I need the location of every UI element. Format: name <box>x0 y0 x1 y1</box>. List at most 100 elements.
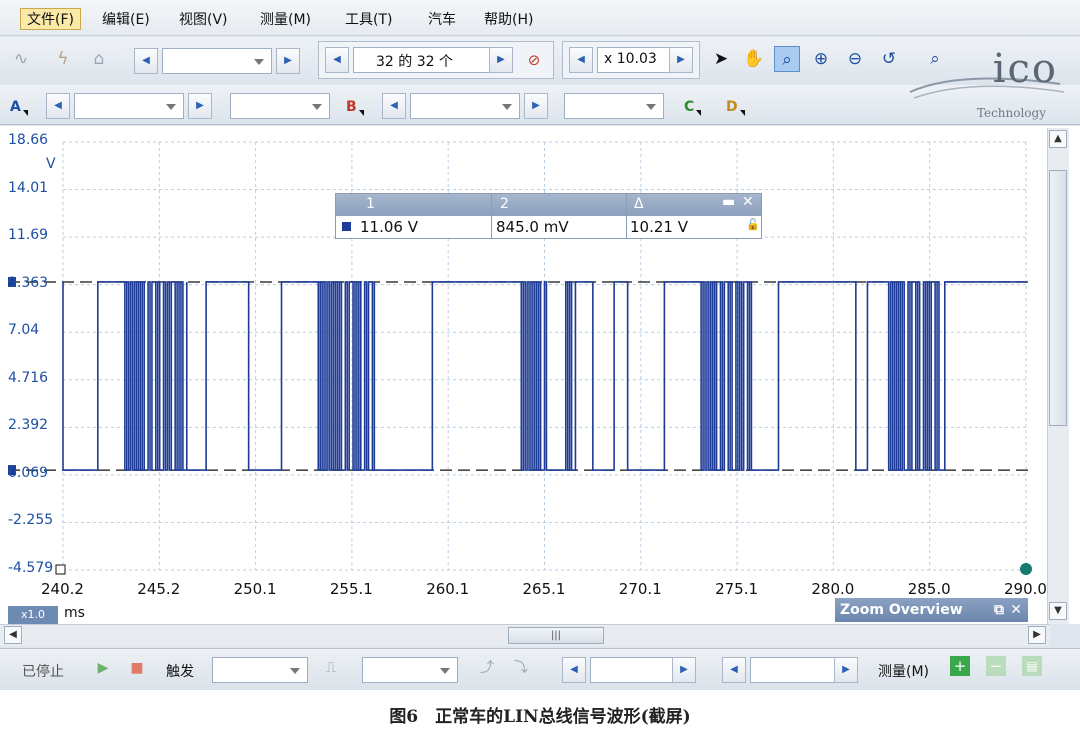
picoscope-window: 文件(F) 编辑(E) 视图(V) 测量(M) 工具(T) 汽车 帮助(H) ∿… <box>0 0 1080 690</box>
channel-a-coupling-select[interactable] <box>230 93 330 119</box>
channel-b-coupling-select[interactable] <box>564 93 664 119</box>
restore-icon[interactable]: ⧉ <box>994 598 1004 622</box>
channel-a-range-prev[interactable]: ◀ <box>46 93 70 119</box>
channel-c-button[interactable]: C <box>684 93 702 121</box>
prev-waveform-button[interactable]: ◀ <box>325 47 349 73</box>
x-tick-label: 265.1 <box>522 580 566 598</box>
waveform-icon[interactable]: ∿ <box>8 46 34 72</box>
axis-origin-marker <box>55 564 66 575</box>
trigger-mode-select[interactable] <box>212 657 308 683</box>
waveform-count: 32 的 32 个 <box>376 54 453 70</box>
close-icon[interactable]: ✕ <box>1010 598 1022 622</box>
channel-b-range-select[interactable] <box>410 93 520 119</box>
menu-file[interactable]: 文件(F) <box>20 8 81 30</box>
scroll-left-button[interactable]: ◀ <box>4 626 22 644</box>
remove-measurement-icon[interactable]: − <box>986 656 1006 676</box>
y-tick-label: 4.716 <box>8 369 49 386</box>
dropdown-triangle-icon <box>358 110 364 116</box>
channel-d-label: D <box>726 99 738 115</box>
zoom-factor-group: ◀ x 10.03 ▶ <box>562 41 700 79</box>
stop-icon[interactable]: ■ <box>124 655 150 681</box>
y-tick-label: 0.069 <box>8 464 49 481</box>
channel-a-range-next[interactable]: ▶ <box>188 93 212 119</box>
channel-a-range-select[interactable] <box>74 93 184 119</box>
scroll-up-button[interactable]: ▲ <box>1049 130 1067 148</box>
menu-help[interactable]: 帮助(H) <box>478 9 539 31</box>
scroll-down-button[interactable]: ▼ <box>1049 602 1067 620</box>
channel-a-label: A <box>10 99 21 115</box>
close-icon[interactable]: ✕ <box>742 194 754 210</box>
falling-edge-icon[interactable]: ⤵ <box>508 655 534 681</box>
waveform-count-field[interactable]: 32 的 32 个 <box>353 47 495 73</box>
minimize-icon[interactable]: ▬ <box>722 194 735 210</box>
zoom-increase-button[interactable]: ▶ <box>669 47 693 73</box>
ruler-1-value: 11.06 V <box>360 218 418 236</box>
x-tick-label: 245.2 <box>137 580 181 598</box>
scroll-right-button[interactable]: ▶ <box>1028 626 1046 644</box>
chevron-down-icon <box>290 668 300 674</box>
zoom-overview-title: Zoom Overview <box>840 602 963 618</box>
zoom-overview-panel[interactable]: Zoom Overview ⧉ ✕ <box>835 598 1028 622</box>
menu-edit[interactable]: 编辑(E) <box>96 9 156 31</box>
zoom-out-icon[interactable]: ⊖ <box>842 46 868 72</box>
horizontal-scroll-thumb[interactable]: ||| <box>508 627 604 644</box>
y-tick-label: -4.579 <box>8 560 54 576</box>
pointer-icon[interactable]: ➤ <box>708 46 734 72</box>
channel-d-button[interactable]: D <box>726 93 745 121</box>
ruler-measurement-table[interactable]: 1 2 Δ ▬ ✕ 11.06 V 845.0 mV 10.21 V 🔓 <box>335 193 762 239</box>
menu-measure[interactable]: 测量(M) <box>254 9 317 31</box>
lock-icon[interactable]: 🔓 <box>746 218 760 231</box>
pre-trigger-prev[interactable]: ◀ <box>722 657 746 683</box>
x-tick-label: 270.1 <box>618 580 662 598</box>
zoom-factor-field[interactable]: x 10.03 <box>597 47 671 73</box>
trigger-channel-select[interactable] <box>362 657 458 683</box>
zoom-select-icon[interactable]: ⌕ <box>774 46 800 72</box>
channel-next-button[interactable]: ▶ <box>276 48 300 74</box>
y-tick-label: -2.255 <box>8 512 54 529</box>
channel-b-range-next[interactable]: ▶ <box>524 93 548 119</box>
pre-trigger-field[interactable] <box>750 657 836 683</box>
signal-generator-icon[interactable]: ϟ <box>50 46 76 72</box>
trigger-level-prev[interactable]: ◀ <box>562 657 586 683</box>
figure-caption: 图6 正常车的LIN总线信号波形(截屏) <box>389 707 691 727</box>
horizontal-scrollbar[interactable]: ◀ ||| ▶ <box>0 624 1050 646</box>
undo-zoom-icon[interactable]: ↺ <box>876 46 902 72</box>
trigger-label: 触发 <box>166 664 194 680</box>
x-tick-label: 280.0 <box>811 580 855 598</box>
edit-measurement-icon[interactable]: ▤ <box>1022 656 1042 676</box>
menu-view[interactable]: 视图(V) <box>173 9 234 31</box>
next-waveform-button[interactable]: ▶ <box>489 47 513 73</box>
trigger-edge-icon[interactable]: ⎍ <box>318 655 344 681</box>
channel-a-button[interactable]: A <box>10 93 28 121</box>
add-measurement-icon[interactable]: + <box>950 656 970 676</box>
compass-icon[interactable]: ⊘ <box>521 47 547 73</box>
pre-trigger-next[interactable]: ▶ <box>834 657 858 683</box>
pico-logo: ico Technology <box>900 40 1070 120</box>
ruler-values-row: 11.06 V 845.0 mV 10.21 V 🔓 <box>336 216 761 238</box>
y-tick-label: 7.04 <box>8 322 40 339</box>
channel-prev-button[interactable]: ◀ <box>134 48 158 74</box>
channel-b-range-prev[interactable]: ◀ <box>382 93 406 119</box>
trigger-level-field[interactable] <box>590 657 676 683</box>
rising-edge-icon[interactable]: ⤴ <box>474 655 500 681</box>
channel-b-button[interactable]: B <box>346 93 364 121</box>
ruler-delta-value: 10.21 V <box>630 218 688 236</box>
channel-b-label: B <box>346 99 357 115</box>
ruler-1-header: 1 <box>366 196 375 212</box>
trigger-level-next[interactable]: ▶ <box>672 657 696 683</box>
x-axis-unit: ms <box>64 605 85 621</box>
zoom-decrease-button[interactable]: ◀ <box>569 47 593 73</box>
menu-auto[interactable]: 汽车 <box>422 9 462 31</box>
vertical-scroll-thumb[interactable] <box>1049 170 1067 426</box>
x-tick-label: 275.1 <box>715 580 759 598</box>
start-icon[interactable]: ▶ <box>90 655 116 681</box>
menu-tools[interactable]: 工具(T) <box>339 9 398 31</box>
hand-icon[interactable]: ✋ <box>741 46 767 72</box>
capture-select[interactable] <box>162 48 272 74</box>
home-icon[interactable]: ⌂ <box>86 46 112 72</box>
y-tick-label: 18.66 <box>8 132 49 148</box>
chevron-down-icon <box>254 59 264 65</box>
x-tick-label: 255.1 <box>329 580 373 598</box>
zoom-in-icon[interactable]: ⊕ <box>808 46 834 72</box>
chevron-down-icon <box>646 104 656 110</box>
